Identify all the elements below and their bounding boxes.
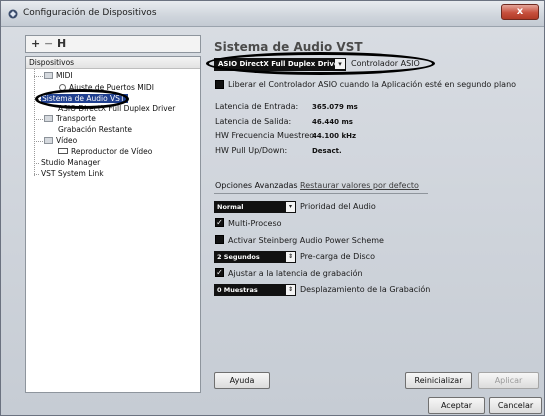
record-offset-stepper[interactable]: 0 Muestras ⇕ (214, 284, 296, 296)
section-divider (214, 193, 428, 194)
output-latency-label: Latencia de Salida: (215, 117, 292, 126)
input-latency-label: Latencia de Entrada: (215, 102, 299, 111)
tree-header: Dispositivos (26, 57, 200, 69)
tree-item-video[interactable]: Vídeo (44, 136, 77, 145)
device-toolbar: + − H (25, 35, 201, 53)
folder-icon (44, 72, 53, 79)
ok-button[interactable]: Aceptar (428, 397, 485, 414)
window-title: Configuración de Dispositivos (23, 8, 157, 18)
release-driver-label: Liberar el Controlador ASIO cuando la Ap… (228, 80, 517, 89)
stepper-icon: ⇕ (286, 285, 295, 295)
close-button[interactable]: x (501, 4, 539, 20)
highlight-annotation (206, 52, 435, 75)
input-latency-value: 365.079 ms (312, 103, 358, 111)
tree-item-label: MIDI (56, 71, 73, 80)
tree-item-label: Reproductor de Vídeo (71, 147, 153, 156)
add-device-button[interactable]: + (31, 37, 40, 50)
steinberg-power-checkbox[interactable] (215, 235, 224, 244)
adjust-latency-label: Ajustar a la latencia de grabación (228, 269, 363, 278)
release-driver-checkbox[interactable] (215, 80, 224, 89)
app-icon (8, 9, 18, 19)
tree-item-label: VST System Link (41, 169, 104, 178)
tree-item-midi[interactable]: MIDI (44, 71, 73, 80)
title-bar: Configuración de Dispositivos x (1, 1, 544, 27)
restore-defaults-link[interactable]: Restaurar valores por defecto (300, 181, 419, 190)
tree-item-video-player[interactable]: Reproductor de Vídeo (58, 147, 152, 156)
stepper-icon: ⇕ (286, 252, 295, 262)
audio-priority-value: Normal (217, 203, 244, 211)
video-icon (58, 148, 68, 154)
record-offset-value: 0 Muestras (217, 286, 258, 294)
highlight-annotation (35, 89, 129, 109)
chevron-down-icon: ▾ (286, 202, 295, 212)
multiprocess-checkbox[interactable]: ✓ (215, 218, 224, 227)
adjust-latency-checkbox[interactable]: ✓ (215, 268, 224, 277)
disk-preload-stepper[interactable]: 2 Segundos ⇕ (214, 251, 296, 263)
cancel-button[interactable]: Cancelar (489, 397, 542, 414)
output-latency-value: 46.440 ms (312, 118, 353, 126)
reset-button[interactable]: Reinicializar (405, 372, 472, 389)
folder-icon (44, 137, 53, 144)
hw-pull-value: Desact. (312, 147, 342, 155)
multiprocess-label: Multi-Proceso (228, 219, 282, 228)
disk-preload-label: Pre-carga de Disco (300, 252, 375, 261)
folder-icon (44, 115, 53, 122)
audio-priority-select[interactable]: Normal ▾ (214, 201, 296, 213)
reset-device-button[interactable]: H (57, 37, 66, 50)
tab-advanced-options[interactable]: Opciones Avanzadas (215, 181, 298, 190)
hw-sample-rate-label: HW Frecuencia Muestreo: (215, 131, 317, 140)
tree-item-label: Studio Manager (41, 158, 101, 167)
hw-sample-rate-value: 44.100 kHz (312, 132, 357, 140)
audio-priority-label: Prioridad del Audio (300, 202, 376, 211)
tree-item-studio-manager[interactable]: Studio Manager (41, 158, 100, 167)
tree-item-record-time[interactable]: Grabación Restante (58, 125, 132, 134)
steinberg-power-label: Activar Steinberg Audio Power Scheme (228, 236, 384, 245)
tree-item-label: Transporte (56, 114, 96, 123)
tree-item-label: Vídeo (56, 136, 78, 145)
tree-item-transport[interactable]: Transporte (44, 114, 96, 123)
remove-device-button[interactable]: − (44, 37, 53, 50)
apply-button[interactable]: Aplicar (478, 372, 539, 389)
disk-preload-value: 2 Segundos (217, 253, 260, 261)
device-setup-window: Configuración de Dispositivos x + − H Di… (0, 0, 545, 416)
record-offset-label: Desplazamiento de la Grabación (300, 285, 431, 294)
hw-pull-label: HW Pull Up/Down: (215, 146, 288, 155)
help-button[interactable]: Ayuda (214, 372, 270, 389)
tree-item-vst-system-link[interactable]: VST System Link (41, 169, 104, 178)
tree-item-label: Grabación Restante (58, 125, 133, 134)
